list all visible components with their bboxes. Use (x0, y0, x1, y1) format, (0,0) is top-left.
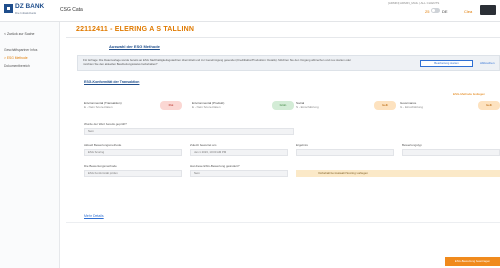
language-toggle[interactable] (431, 8, 440, 13)
cancel-link[interactable]: Abbrechen (480, 61, 495, 65)
section-title: Auswahl der ESG Methode (109, 44, 160, 49)
metric-governance: Governance G - Einschätzung Gelb (400, 101, 500, 113)
metric-environmental-transaction: Environmental (Transaktion) E - Nein Sco… (84, 101, 184, 113)
metric-sub: G - Einschätzung (400, 105, 424, 109)
field-label: Die Bewertungsmethode (84, 164, 117, 168)
divider (66, 37, 500, 38)
rating-type-field[interactable] (402, 149, 500, 156)
divider (66, 222, 500, 223)
request-esg-rating-button[interactable]: ESG-Bewertung beantragen (445, 257, 500, 266)
field-label: Aktuell Bewertungsmethode (84, 143, 122, 147)
sidebar-item-partner-info[interactable]: Geschäftspartner Infos (4, 48, 37, 52)
top-bar: DZ BANK Die Initiativbank CSG Cata [ADMI… (0, 0, 500, 22)
start-editing-button[interactable]: Bearbeitung starten (420, 60, 473, 67)
more-details-link[interactable]: Mehr Details (84, 214, 104, 218)
app-window: DZ BANK Die Initiativbank CSG Cata [ADMI… (0, 0, 500, 268)
status-badge: Rot (160, 101, 182, 110)
app-title: CSG Cata (60, 7, 83, 13)
notification-badge[interactable]: 25 (425, 9, 429, 14)
status-badge: Gelb (478, 101, 500, 110)
info-text: Für Anfrage: Die Datenvorlage wurde bere… (83, 58, 352, 66)
logo-subtitle: Die Initiativbank (15, 11, 37, 15)
sidebar-item-esg-method[interactable]: > ESG Methode (4, 56, 28, 60)
changed-field[interactable]: Nein (190, 170, 288, 177)
dz-bank-logo[interactable]: DZ BANK Die Initiativbank (4, 3, 50, 17)
logo-text: DZ BANK (15, 3, 45, 10)
field-label: Ergebnis (296, 143, 308, 147)
last-rated-field[interactable]: Jan 1 2023, 10:00 AM PM (190, 149, 288, 156)
logo-mark-icon (4, 4, 13, 13)
back-to-search-link[interactable]: < Zurück zur Suche (4, 32, 34, 36)
status-badge: Grün (272, 101, 294, 110)
metric-environmental-product: Environmental (Produkt) E - Nein Score-D… (192, 101, 294, 113)
menu-button[interactable] (480, 5, 496, 15)
main-content: 22112411 - ELERING A S TALLINN Auswahl d… (66, 22, 500, 268)
method-field[interactable]: ESG Konformität prüfen (84, 170, 182, 177)
user-meta: [ADMIN] ADMIN_MAIL | ALL CLIENTS (388, 1, 440, 5)
metric-sub: S - Einschätzung (296, 105, 319, 109)
warning-banner: Vorbehalt bei Auswahl Scoring vorliegen (296, 170, 500, 177)
set-esg-method-link[interactable]: ESG-Methode festlegen (453, 92, 485, 96)
field-label: Bewertungstyp (402, 143, 422, 147)
status-badge: Gelb (374, 101, 396, 110)
result-field[interactable] (296, 149, 394, 156)
field-label: Hat diese ESG-Bewertung geändert? (190, 164, 240, 168)
page-title: 22112411 - ELERING A S TALLINN (76, 26, 195, 33)
metric-sub: E - Nein Score-Daten (84, 105, 113, 109)
info-box: Für Anfrage: Die Datenvorlage wurde bere… (77, 55, 500, 71)
sidebar: < Zurück zur Suche Geschäftspartner Info… (0, 22, 60, 268)
sidebar-item-documents[interactable]: Dokumentbereich (4, 64, 30, 68)
checked-field[interactable]: Nein (84, 128, 294, 135)
field-label: Zuletzt bewertet am (190, 143, 217, 147)
field-label: Wurde der Wert bereits geprüft? (84, 122, 127, 126)
metric-sub: E - Nein Score-Daten (192, 105, 221, 109)
subsection-title[interactable]: ESG-Konformität der Transaktion (84, 80, 139, 84)
language-label: DE (442, 9, 448, 14)
current-method-field[interactable]: ESG Scoring (84, 149, 182, 156)
metric-social: Social S - Einschätzung Gelb (296, 101, 396, 113)
clear-link[interactable]: Clea (464, 9, 472, 14)
